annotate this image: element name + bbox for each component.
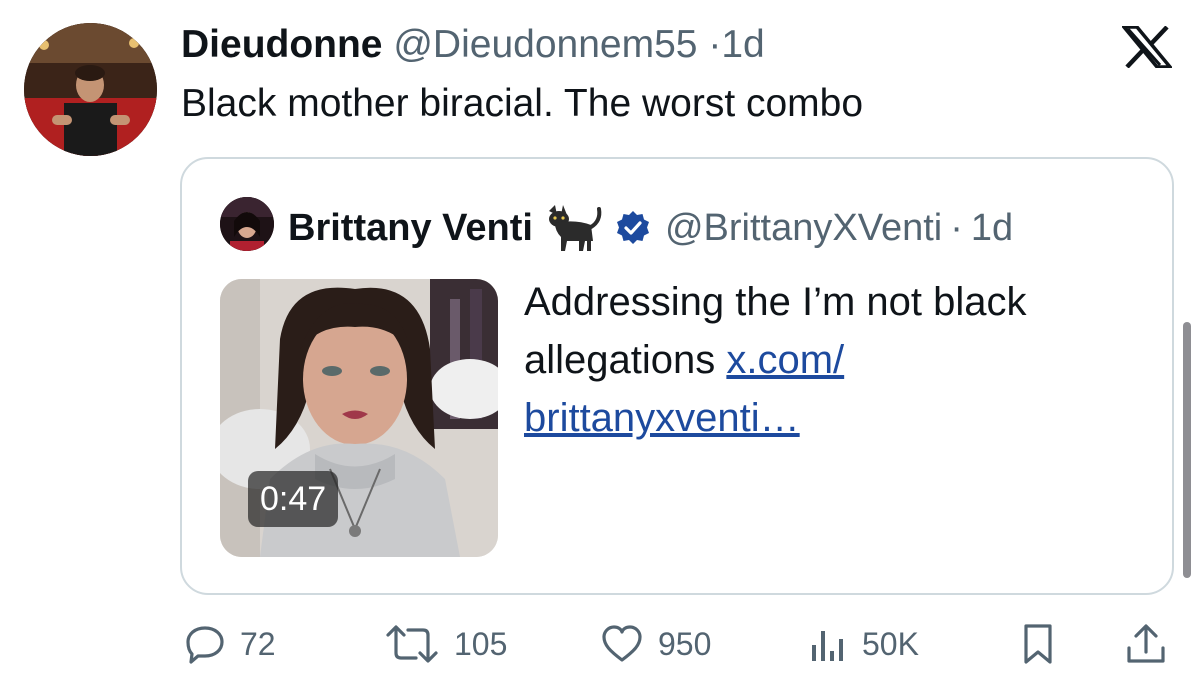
tweet-screenshot: Dieudonne @Dieudonnem55 ·1d Black mother… [0,0,1200,694]
views-button[interactable]: 50K [808,614,919,674]
quoted-author-handle[interactable]: @BrittanyXVenti [665,205,942,251]
quoted-tweet-timestamp[interactable]: 1d [971,205,1013,251]
views-chart-icon [812,631,843,661]
tweet-timestamp[interactable]: 1d [721,23,764,66]
header-separator: · [708,23,722,66]
author-display-name[interactable]: Dieudonne [181,23,383,66]
quoted-tweet-header: Brittany Venti @BrittanyXVenti · 1d [288,201,1013,255]
reply-button[interactable]: 72 [184,614,276,674]
like-count: 950 [658,625,712,662]
quoted-author-avatar[interactable] [220,197,274,251]
share-button[interactable] [1124,614,1168,674]
verified-badge-icon [615,210,651,246]
reply-icon [186,626,224,664]
quoted-author-display-name[interactable]: Brittany Venti [288,205,533,251]
tweet-actions-bar: 72 105 950 50K [0,614,1200,674]
views-count: 50K [862,625,919,662]
retweet-icon [386,625,438,663]
author-avatar[interactable] [24,23,157,156]
black-cat-icon [545,201,605,255]
link-line-1: x.com/ [726,338,845,382]
quoted-tweet-card[interactable]: Brittany Venti @BrittanyXVenti · 1d 0:47… [180,157,1174,595]
bookmark-icon [1024,624,1052,664]
author-handle[interactable]: @Dieudonnem55 [393,23,697,66]
video-duration-badge: 0:47 [248,471,339,527]
tweet-text: Black mother biracial. The worst combo [181,82,864,125]
retweet-count: 105 [454,625,508,662]
video-thumbnail[interactable]: 0:47 [220,279,498,557]
tweet-header: Dieudonne @Dieudonnem55 ·1d [181,22,765,68]
reply-count: 72 [240,625,276,662]
bookmark-button[interactable] [1018,614,1058,674]
retweet-button[interactable]: 105 [384,614,507,674]
share-icon [1127,624,1165,663]
scrollbar[interactable] [1183,322,1191,578]
heart-icon [602,625,642,662]
like-button[interactable]: 950 [600,614,711,674]
quoted-header-separator: · [950,207,963,249]
x-logo-icon [1122,26,1172,68]
link-line-2: brittanyxventi… [524,396,800,440]
quoted-tweet-text: Addressing the I’m not black allegations… [524,273,1124,447]
